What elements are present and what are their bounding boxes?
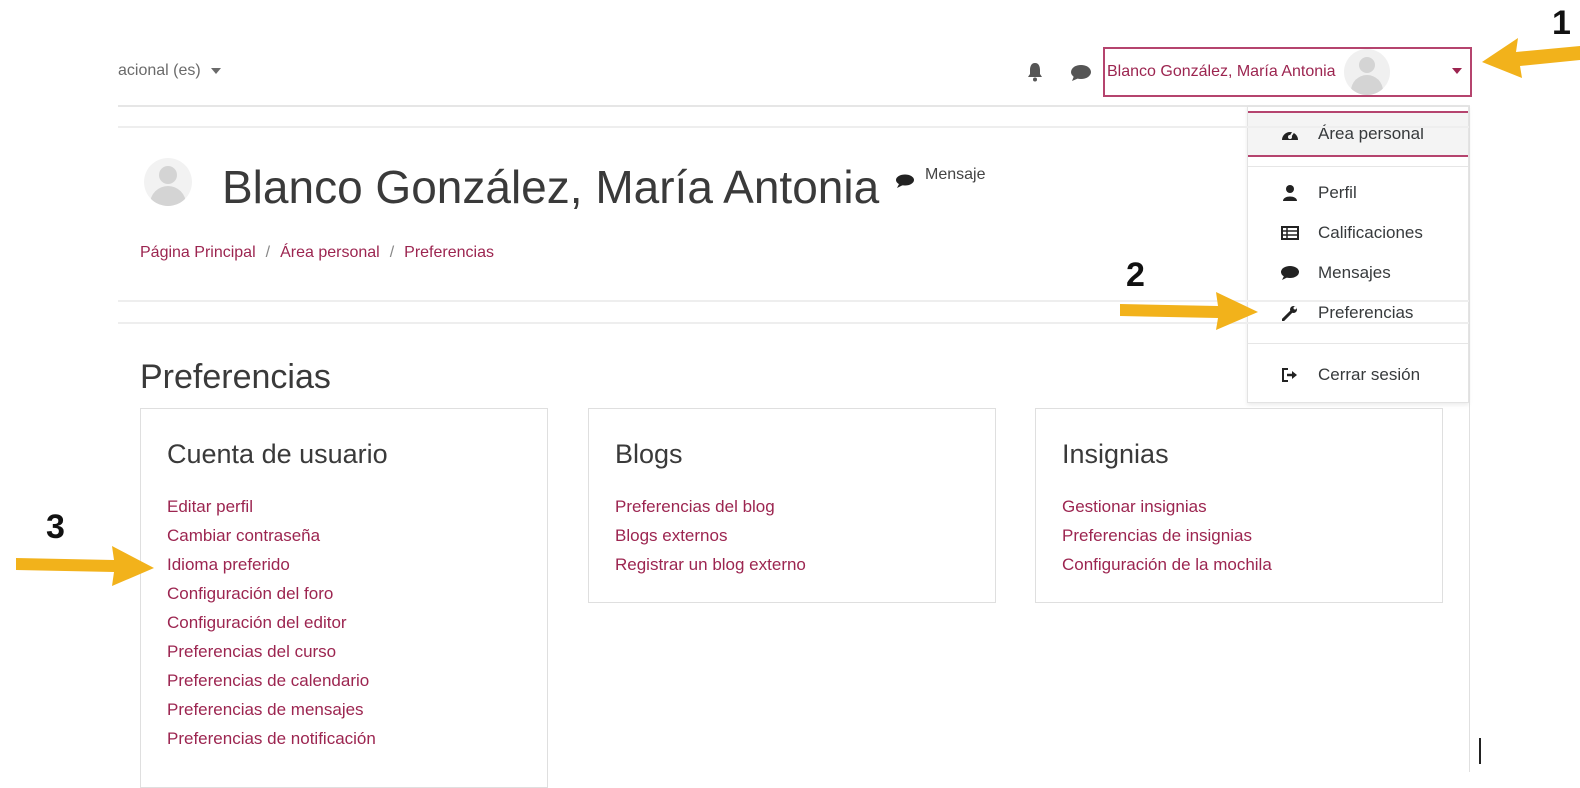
card-title: Blogs (615, 439, 683, 469)
link-blogs-externos[interactable]: Blogs externos (615, 521, 969, 550)
logout-icon (1280, 366, 1300, 384)
menu-item-calificaciones[interactable]: Calificaciones (1248, 213, 1468, 253)
menu-item-label: Mensajes (1318, 263, 1391, 282)
menu-item-label: Preferencias (1318, 303, 1414, 322)
card-title: Insignias (1062, 439, 1169, 469)
chat-icon (896, 174, 914, 188)
message-label: Mensaje (925, 166, 986, 183)
card-cuenta-de-usuario: Cuenta de usuario Editar perfil Cambiar … (140, 408, 548, 788)
link-preferencias-insignias[interactable]: Preferencias de insignias (1062, 521, 1416, 550)
menu-item-label: Cerrar sesión (1318, 365, 1421, 384)
link-preferencias-mensajes[interactable]: Preferencias de mensajes (167, 695, 521, 724)
link-editar-perfil[interactable]: Editar perfil (167, 492, 521, 521)
text-cursor (1479, 738, 1481, 764)
page-title: Blanco González, María Antonia (222, 161, 880, 213)
header-top-border (118, 126, 1470, 128)
chat-icon (1280, 264, 1300, 282)
menu-item-label: Calificaciones (1318, 223, 1423, 242)
annotation-arrow-3 (16, 546, 154, 586)
table-icon (1280, 224, 1300, 242)
annotation-arrow-2 (1120, 292, 1258, 330)
divider (1248, 343, 1468, 344)
user-dropdown-menu: Área personal Perfil Calificaciones Mens… (1247, 106, 1469, 403)
link-gestionar-insignias[interactable]: Gestionar insignias (1062, 492, 1416, 521)
card-title: Cuenta de usuario (167, 439, 388, 469)
chevron-down-icon (210, 68, 221, 74)
link-configuracion-foro[interactable]: Configuración del foro (167, 579, 521, 608)
link-configuracion-mochila[interactable]: Configuración de la mochila (1062, 550, 1416, 579)
link-configuracion-editor[interactable]: Configuración del editor (167, 608, 521, 637)
menu-item-mensajes[interactable]: Mensajes (1248, 253, 1468, 293)
breadcrumb-separator: / (265, 244, 271, 261)
link-registrar-blog-externo[interactable]: Registrar un blog externo (615, 550, 969, 579)
chat-icon[interactable] (1070, 64, 1092, 82)
menu-item-preferencias[interactable]: Preferencias (1248, 293, 1468, 333)
menu-item-perfil[interactable]: Perfil (1248, 173, 1468, 213)
breadcrumb-item-preferencias[interactable]: Preferencias (404, 244, 494, 262)
breadcrumb-item-home[interactable]: Página Principal (140, 244, 256, 262)
content-top-border (118, 322, 1470, 324)
user-menu-toggle[interactable]: Blanco González, María Antonia (1103, 47, 1472, 97)
breadcrumb: Página Principal / Área personal / Prefe… (140, 244, 494, 262)
divider (1248, 166, 1468, 167)
link-idioma-preferido[interactable]: Idioma preferido (167, 550, 521, 579)
header-bottom-border (118, 300, 1470, 302)
menu-item-label: Perfil (1318, 183, 1357, 202)
annotation-arrow-1 (1482, 38, 1580, 78)
content-right-border (1469, 106, 1470, 772)
bell-icon[interactable] (1026, 62, 1044, 82)
message-button[interactable]: Mensaje (895, 166, 985, 190)
card-insignias: Insignias Gestionar insignias Preferenci… (1035, 408, 1443, 603)
language-label: acional (es) (118, 62, 201, 79)
breadcrumb-separator: / (389, 244, 395, 261)
link-preferencias-curso[interactable]: Preferencias del curso (167, 637, 521, 666)
link-preferencias-notificacion[interactable]: Preferencias de notificación (167, 724, 521, 753)
menu-item-area-personal[interactable]: Área personal (1248, 111, 1468, 157)
language-menu[interactable]: acional (es) (118, 62, 221, 80)
section-title: Preferencias (140, 358, 331, 396)
avatar (1343, 49, 1390, 95)
card-blogs: Blogs Preferencias del blog Blogs extern… (588, 408, 996, 603)
link-cambiar-contrasena[interactable]: Cambiar contraseña (167, 521, 521, 550)
user-icon (1280, 184, 1300, 202)
breadcrumb-item-area-personal[interactable]: Área personal (280, 244, 380, 262)
wrench-icon (1280, 304, 1300, 322)
avatar (144, 158, 192, 206)
menu-item-cerrar-sesion[interactable]: Cerrar sesión (1248, 355, 1468, 395)
link-preferencias-calendario[interactable]: Preferencias de calendario (167, 666, 521, 695)
user-name: Blanco González, María Antonia (1107, 63, 1336, 80)
chevron-down-icon (1452, 68, 1462, 74)
link-preferencias-blog[interactable]: Preferencias del blog (615, 492, 969, 521)
